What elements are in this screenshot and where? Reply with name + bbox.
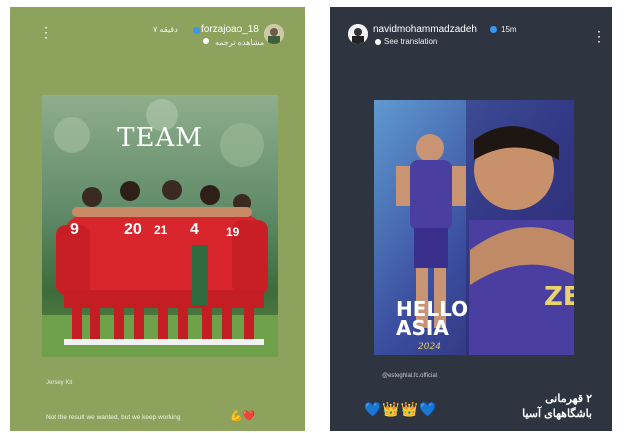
story-card-left[interactable]: ⋮ forzajoao_18 ۷ دقیقه مشاهده ترجمه TEAM… xyxy=(10,7,305,431)
story-username[interactable]: forzajoao_18 xyxy=(201,24,259,35)
caption-text: Not the result we wanted, but we keep wo… xyxy=(46,414,181,421)
arabic-line: باشگاههای آسیا xyxy=(522,408,592,420)
hello-asia-poster: ZE HELLO ASIA 2024 xyxy=(374,100,574,355)
avatar[interactable] xyxy=(348,24,368,44)
see-translation-link[interactable]: مشاهده ترجمه xyxy=(215,38,264,47)
verified-badge-icon xyxy=(490,26,497,33)
emoji-row: 💙👑👑💙 xyxy=(364,401,438,417)
arabic-line: ۲ قهرمانی xyxy=(545,393,592,405)
more-options-icon[interactable]: ⋮ xyxy=(39,25,53,39)
banner-script: 2024 xyxy=(418,342,441,352)
story-card-right[interactable]: navidmohammadzadeh 15m See translation ⋮ xyxy=(330,7,612,431)
see-translation-link[interactable]: See translation xyxy=(384,37,437,46)
more-options-icon[interactable]: ⋮ xyxy=(592,29,606,43)
hello-asia-banner: HELLO ASIA 2024 xyxy=(396,299,468,355)
photo-credit: Jersey Kit xyxy=(46,380,73,386)
avatar[interactable] xyxy=(264,24,284,44)
story-username[interactable]: navidmohammadzadeh xyxy=(373,24,477,35)
jersey-number: 20 xyxy=(124,221,142,238)
team-huddle-photo: TEAM 9 20 21 4 19 xyxy=(42,95,278,357)
jersey-number: 9 xyxy=(70,221,79,238)
arabic-caption: ۲ قهرمانی باشگاههای آسیا xyxy=(522,392,592,422)
jersey-number: 4 xyxy=(190,221,199,238)
story-time: ۷ دقیقه xyxy=(153,25,178,34)
jersey-number: 19 xyxy=(226,225,240,239)
story-caption: Not the result we wanted, but we keep wo… xyxy=(46,411,255,422)
banner-line: ASIA xyxy=(396,316,449,340)
verified-badge-icon xyxy=(193,27,200,34)
story-time: 15m xyxy=(501,25,517,34)
translate-icon xyxy=(203,38,209,44)
translate-icon xyxy=(375,39,381,45)
jersey-number: 21 xyxy=(154,223,168,237)
mention-tag[interactable]: @esteghlal.fc.official xyxy=(382,373,437,379)
caption-emoji: 💪❤️ xyxy=(230,411,256,422)
jersey-letters: ZE xyxy=(544,282,574,312)
image-title: TEAM xyxy=(117,123,203,153)
